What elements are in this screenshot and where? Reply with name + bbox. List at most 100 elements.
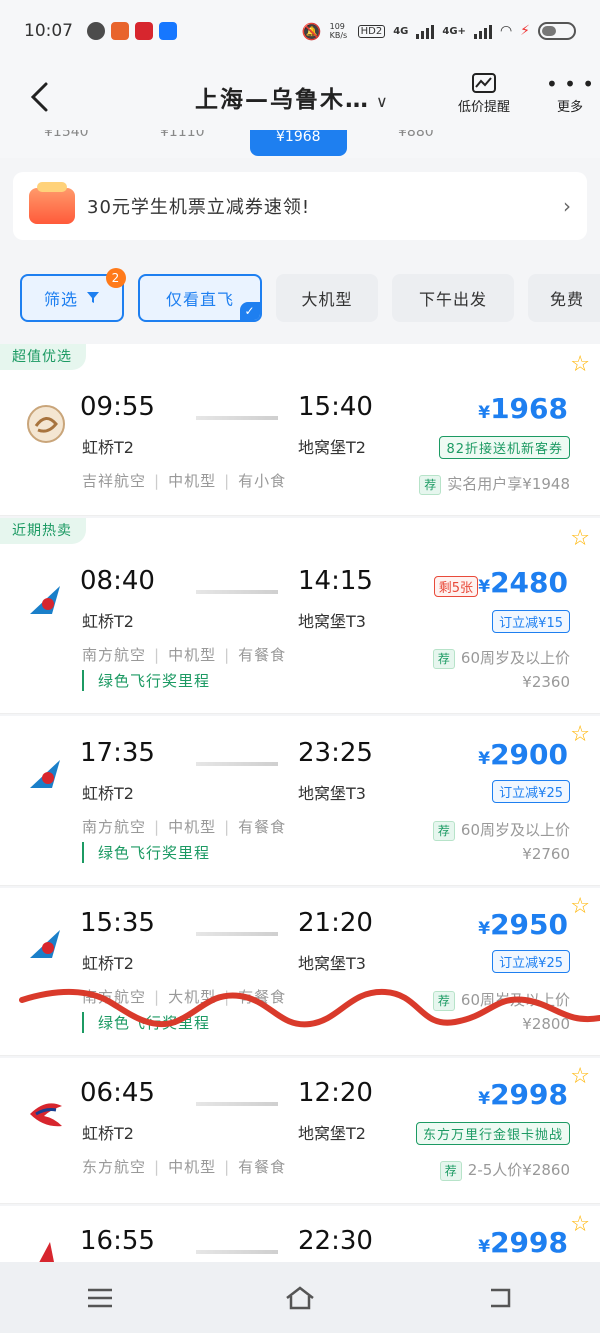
signal-icon-2: [473, 23, 492, 39]
flight-card[interactable]: 超值优选 ☆ 09:55 15:40 虹桥T2 地窝堡T2 ¥1968 82折接…: [0, 344, 600, 516]
date-price-2[interactable]: ¥1110: [160, 130, 205, 140]
green-miles-label: 绿色飞行奖里程: [82, 670, 210, 691]
large-plane-chip[interactable]: 大机型: [276, 274, 378, 322]
home-button[interactable]: [270, 1278, 330, 1318]
app-icon-3: [159, 22, 177, 40]
arrival-airport: 地窝堡T3: [298, 784, 366, 803]
departure-time: 17:35: [80, 738, 155, 768]
flight-info: 东方航空 | 中机型 | 有餐食: [82, 1158, 287, 1176]
coupon-tag: 订立减¥15: [492, 610, 570, 633]
flight-line: [196, 1102, 278, 1106]
arrival-time: 12:20: [298, 1078, 373, 1108]
flight-card[interactable]: ☆ 06:45 12:20 虹桥T2 地窝堡T2 ¥2998 东方万里行金银卡抛…: [0, 1058, 600, 1204]
signal-icon-1: [416, 23, 435, 39]
date-price-strip: ¥1540 ¥1110 ¥1968 ¥880: [0, 130, 600, 158]
date-price-4[interactable]: ¥880: [398, 130, 434, 140]
price-alert-button[interactable]: 低价提醒: [458, 72, 510, 115]
direct-only-chip[interactable]: 仅看直飞 ✓: [138, 274, 262, 322]
coupon-tag: 82折接送机新客券: [439, 436, 570, 459]
flight-tag: 超值优选: [0, 344, 86, 370]
arrival-airport: 地窝堡T2: [298, 438, 366, 457]
price-alert-label: 低价提醒: [458, 100, 511, 115]
flight-card[interactable]: ☆ 17:35 23:25 虹桥T2 地窝堡T3 ¥2900 订立减¥25 南方…: [0, 716, 600, 886]
recommend-price: 荐实名用户享¥1948: [419, 472, 570, 496]
departure-time: 16:55: [80, 1226, 155, 1256]
recommend-price: 荐 60周岁及以上价 ¥2360: [432, 646, 570, 694]
departure-time: 09:55: [80, 392, 155, 422]
app-icon-1: [111, 22, 129, 40]
recommend-price: 荐 60周岁及以上价 ¥2800: [432, 988, 570, 1036]
flight-line: [196, 762, 278, 766]
hd-badge: HD2: [357, 24, 386, 38]
battery-icon: [538, 22, 576, 40]
coupon-tag: 订立减¥25: [492, 780, 570, 803]
back-nav-icon: [491, 1288, 511, 1307]
arrival-airport: 地窝堡T3: [298, 954, 366, 973]
page-header: 上海—乌鲁木… ∨ 低价提醒 • • • 更多: [0, 62, 600, 132]
arrival-time: 15:40: [298, 392, 373, 422]
back-nav-button[interactable]: [470, 1278, 530, 1318]
china-southern-logo-icon: [30, 586, 60, 614]
more-dots-icon: • • •: [546, 72, 595, 96]
date-price-selected[interactable]: ¥1968: [250, 130, 347, 156]
large-plane-label: 大机型: [301, 290, 353, 309]
chart-plus-icon: [458, 72, 510, 96]
flight-line: [196, 1250, 278, 1254]
signal-label-2: 4G+: [442, 25, 466, 37]
net-speed: 109 KB/s: [329, 22, 348, 40]
star-icon[interactable]: ☆: [570, 722, 590, 747]
wifi-icon: ◠: [499, 23, 513, 39]
flight-line: [196, 416, 278, 420]
flight-info: 南方航空 | 大机型 | 有餐食: [82, 988, 287, 1006]
arrival-time: 14:15: [298, 566, 373, 596]
flight-line: [196, 932, 278, 936]
free-chip[interactable]: 免费: [528, 274, 600, 322]
flight-card[interactable]: ☆ 16:55 22:30 ¥2998: [0, 1206, 600, 1262]
arrival-airport: 地窝堡T3: [298, 612, 366, 631]
departure-airport: 虹桥T2: [82, 1124, 134, 1143]
flight-info: 南方航空 | 中机型 | 有餐食: [82, 818, 287, 836]
price: ¥2998: [478, 1078, 568, 1111]
green-miles-label: 绿色飞行奖里程: [82, 1012, 210, 1033]
afternoon-chip[interactable]: 下午出发: [392, 274, 514, 322]
mute-icon: 🔕: [301, 21, 322, 41]
star-icon[interactable]: ☆: [570, 526, 590, 551]
menu-icon: [88, 1288, 112, 1307]
gift-icon: [29, 182, 75, 224]
price: ¥2900: [478, 738, 568, 771]
app-icon-2: [135, 22, 153, 40]
recommend-price: 荐 2-5人价¥2860: [439, 1158, 570, 1182]
flight-card[interactable]: ☆ 15:35 21:20 虹桥T2 地窝堡T3 ¥2950 订立减¥25 南方…: [0, 888, 600, 1056]
china-southern-logo-icon: [30, 760, 60, 788]
charging-icon: ⚡: [520, 23, 530, 39]
free-label: 免费: [550, 290, 585, 309]
back-button[interactable]: [28, 80, 58, 112]
direct-only-label: 仅看直飞: [165, 290, 234, 309]
chevron-right-icon: ›: [563, 194, 571, 218]
coupon-tag: 订立减¥25: [492, 950, 570, 973]
menu-button[interactable]: [70, 1278, 130, 1318]
star-icon[interactable]: ☆: [570, 1064, 590, 1089]
seats-left-badge: 剩5张: [433, 576, 478, 597]
status-time: 10:07: [24, 21, 73, 41]
price: ¥1968: [478, 392, 568, 425]
star-icon[interactable]: ☆: [570, 352, 590, 377]
flight-info: 吉祥航空 | 中机型 | 有小食: [82, 472, 287, 490]
date-price-1[interactable]: ¥1540: [44, 130, 89, 140]
route-text: 上海—乌鲁木…: [195, 87, 370, 113]
departure-airport: 虹桥T2: [82, 612, 134, 631]
filter-button[interactable]: 筛选 2: [20, 268, 126, 322]
more-button[interactable]: • • • 更多: [546, 72, 594, 115]
chevron-down-icon: ∨: [376, 92, 390, 111]
system-nav-bar: [0, 1262, 600, 1333]
airline-logo-icon: [39, 1242, 54, 1262]
green-miles-label: 绿色飞行奖里程: [82, 842, 210, 863]
star-icon[interactable]: ☆: [570, 894, 590, 919]
flight-card[interactable]: 近期热卖 ☆ 08:40 14:15 虹桥T2 地窝堡T3 剩5张 ¥2480 …: [0, 518, 600, 714]
flight-list: 超值优选 ☆ 09:55 15:40 虹桥T2 地窝堡T2 ¥1968 82折接…: [0, 344, 600, 1262]
student-promo-banner[interactable]: 30元学生机票立减券速领! ›: [13, 172, 587, 240]
star-icon[interactable]: ☆: [570, 1212, 590, 1237]
arrival-airport: 地窝堡T2: [298, 1124, 366, 1143]
route-title[interactable]: 上海—乌鲁木… ∨: [195, 80, 390, 114]
juneyao-logo-icon: [27, 405, 65, 443]
